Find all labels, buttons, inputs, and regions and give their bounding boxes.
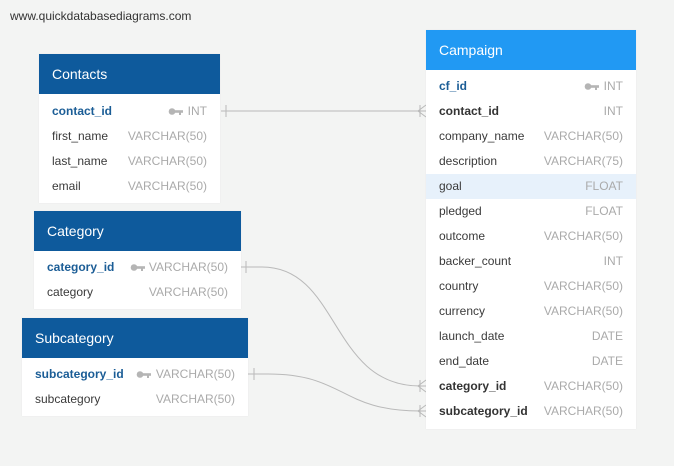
table-campaign-title[interactable]: Campaign (426, 30, 636, 70)
column-row[interactable]: outcome VARCHAR(50) (426, 224, 636, 249)
table-category-title[interactable]: Category (34, 211, 241, 251)
column-row[interactable]: country VARCHAR(50) (426, 274, 636, 299)
table-category[interactable]: Category category_id VARCHAR(50) categor… (34, 211, 241, 309)
column-type: VARCHAR(50) (148, 285, 228, 299)
watermark: www.quickdatabasediagrams.com (10, 9, 192, 23)
column-row[interactable]: subcategory_id VARCHAR(50) (22, 362, 248, 387)
column-type: VARCHAR(50) (543, 279, 623, 293)
column-type: VARCHAR(50) (543, 304, 623, 318)
column-type: DATE (591, 329, 623, 343)
column-name: outcome (439, 229, 486, 243)
column-type: VARCHAR(50) (127, 129, 207, 143)
column-name: launch_date (439, 329, 505, 343)
column-name: first_name (52, 129, 109, 143)
column-name: company_name (439, 129, 525, 143)
column-row[interactable]: description VARCHAR(75) (426, 149, 636, 174)
column-type: INT (603, 79, 623, 93)
column-name: last_name (52, 154, 108, 168)
column-row[interactable]: email VARCHAR(50) (39, 174, 220, 199)
key-icon (136, 371, 151, 378)
column-name: category_id (47, 260, 115, 274)
column-type: INT (187, 104, 207, 118)
column-type: VARCHAR(50) (155, 392, 235, 406)
column-type: DATE (591, 354, 623, 368)
table-contacts[interactable]: Contacts contact_id INT first_name VARCH… (39, 54, 220, 203)
column-type: VARCHAR(50) (543, 129, 623, 143)
column-name: category (47, 285, 94, 299)
column-row[interactable]: end_date DATE (426, 349, 636, 374)
column-row[interactable]: category VARCHAR(50) (34, 280, 241, 305)
column-type: VARCHAR(50) (543, 229, 623, 243)
column-type: VARCHAR(50) (127, 154, 207, 168)
column-row[interactable]: contact_id INT (426, 99, 636, 124)
column-name: subcategory_id (439, 404, 528, 418)
column-row[interactable]: category_id VARCHAR(50) (34, 255, 241, 280)
column-type: INT (603, 104, 623, 118)
column-name: email (52, 179, 81, 193)
column-name: pledged (439, 204, 482, 218)
column-type: VARCHAR(50) (155, 367, 235, 381)
column-name: cf_id (439, 79, 468, 93)
column-type: VARCHAR(75) (543, 154, 623, 168)
relation-subcategory-id (248, 373, 426, 412)
column-row[interactable]: currency VARCHAR(50) (426, 299, 636, 324)
column-row[interactable]: subcategory_id VARCHAR(50) (426, 399, 636, 424)
table-contacts-title[interactable]: Contacts (39, 54, 220, 94)
column-row[interactable]: company_name VARCHAR(50) (426, 124, 636, 149)
column-row[interactable]: backer_count INT (426, 249, 636, 274)
column-type: FLOAT (585, 179, 623, 193)
column-name: description (439, 154, 498, 168)
column-name: goal (439, 179, 462, 193)
column-row[interactable]: contact_id INT (39, 99, 220, 124)
table-subcategory[interactable]: Subcategory subcategory_id VARCHAR(50) s… (22, 318, 248, 416)
column-name: backer_count (439, 254, 512, 268)
column-name: currency (439, 304, 486, 318)
key-icon (584, 83, 599, 90)
column-row[interactable]: category_id VARCHAR(50) (426, 374, 636, 399)
column-row[interactable]: last_name VARCHAR(50) (39, 149, 220, 174)
column-row-highlighted[interactable]: goal FLOAT (426, 174, 636, 199)
column-row[interactable]: launch_date DATE (426, 324, 636, 349)
column-row[interactable]: subcategory VARCHAR(50) (22, 387, 248, 412)
column-name: category_id (439, 379, 507, 393)
column-type: INT (603, 254, 623, 268)
column-row[interactable]: cf_id INT (426, 74, 636, 99)
column-row[interactable]: first_name VARCHAR(50) (39, 124, 220, 149)
column-name: contact_id (52, 104, 113, 118)
table-campaign[interactable]: Campaign cf_id INT contact_id INT compan… (426, 30, 636, 429)
column-type: VARCHAR(50) (127, 179, 207, 193)
column-type: VARCHAR(50) (543, 404, 623, 418)
column-name: subcategory (35, 392, 101, 406)
table-subcategory-title[interactable]: Subcategory (22, 318, 248, 358)
column-type: VARCHAR(50) (543, 379, 623, 393)
column-name: end_date (439, 354, 490, 368)
column-row[interactable]: pledged FLOAT (426, 199, 636, 224)
key-icon (130, 264, 145, 271)
column-name: contact_id (439, 104, 500, 118)
relation-category-id (241, 266, 426, 387)
column-name: subcategory_id (35, 367, 124, 381)
key-icon (168, 108, 183, 115)
column-name: country (439, 279, 479, 293)
column-type: VARCHAR(50) (148, 260, 228, 274)
column-type: FLOAT (585, 204, 623, 218)
